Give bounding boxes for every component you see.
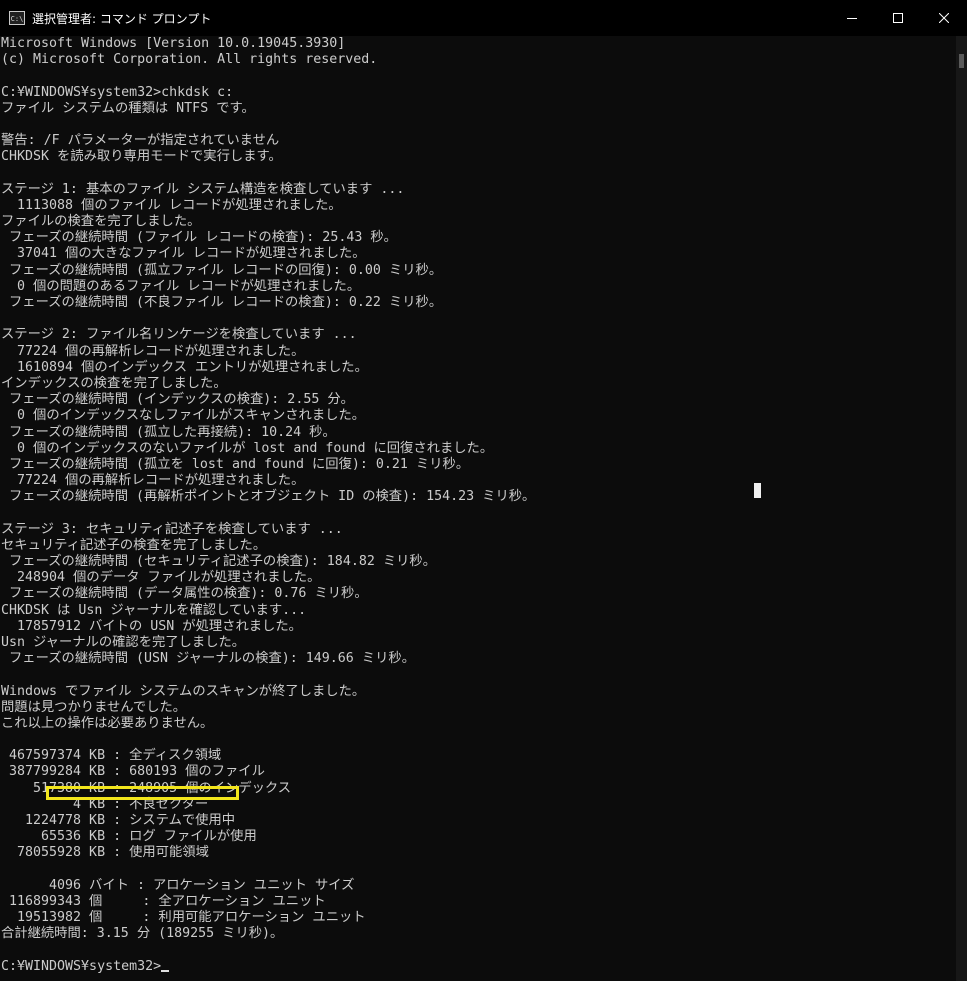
- close-icon: [939, 13, 949, 23]
- console-line: フェーズの継続時間 (データ属性の検査): 0.76 ミリ秒。: [1, 586, 368, 602]
- console-line: 1224778 KB : システムで使用中: [1, 813, 236, 828]
- window-title: 選択管理者: コマンド プロンプト: [32, 11, 212, 26]
- console-line: CHKDSK は Usn ジャーナルを確認しています...: [1, 602, 307, 618]
- bad-sector-highlight-box: [46, 786, 239, 800]
- console-line: 17857912 バイトの USN が処理されました。: [1, 618, 302, 634]
- console-line: 警告: /F パラメーターが指定されていません: [1, 133, 280, 149]
- console-line: フェーズの継続時間 (孤立ファイル レコードの回復): 0.00 ミリ秒。: [1, 262, 443, 278]
- scrollbar-thumb[interactable]: [959, 54, 964, 68]
- console-line: 4096 バイト : アロケーション ユニット サイズ: [1, 877, 355, 893]
- console-line: フェーズの継続時間 (孤立した再接続): 10.24 秒。: [1, 424, 336, 440]
- block-cursor-artifact: [754, 483, 761, 498]
- console-line: 37041 個の大きなファイル レコードが処理されました。: [1, 246, 366, 262]
- console-line: ファイルの検査を完了しました。: [1, 214, 201, 230]
- console-line: Microsoft Windows [Version 10.0.19045.39…: [1, 36, 346, 51]
- console-line: フェーズの継続時間 (セキュリティ記述子の検査): 184.82 ミリ秒。: [1, 554, 437, 569]
- console-line: CHKDSK を読み取り専用モードで実行します。: [1, 149, 282, 165]
- console-line: 0 個のインデックスなしファイルがスキャンされました。: [1, 408, 366, 424]
- console-line: 問題は見つかりませんでした。: [1, 699, 187, 715]
- console-line: ステージ 1: 基本のファイル システム構造を検査しています ...: [1, 181, 405, 197]
- console-line: これ以上の操作は必要ありません。: [1, 715, 214, 731]
- console-line: 1610894 個のインデックス エントリが処理されました。: [1, 359, 368, 375]
- console-line: Windows でファイル システムのスキャンが終了しました。: [1, 683, 366, 699]
- console-line: セキュリティ記述子の検査を完了しました。: [1, 537, 267, 553]
- title-bar[interactable]: C:\ 選択管理者: コマンド プロンプト: [0, 0, 967, 36]
- console-line: 467597374 KB : 全ディスク領域: [1, 748, 222, 764]
- console-line: ステージ 2: ファイル名リンケージを検査しています ...: [1, 327, 357, 343]
- console-line: フェーズの継続時間 (インデックスの検査): 2.55 分。: [1, 392, 354, 408]
- close-button[interactable]: [921, 0, 967, 36]
- console-line: ステージ 3: セキュリティ記述子を検査しています ...: [1, 521, 343, 537]
- command-prompt-window: C:\ 選択管理者: コマンド プロンプト Microsoft Windows: [0, 0, 967, 981]
- console-line: 19513982 個 : 利用可能アロケーション ユニット: [1, 910, 366, 926]
- console-line: 116899343 個 : 全アロケーション ユニット: [1, 893, 326, 909]
- console-line: フェーズの継続時間 (不良ファイル レコードの検査): 0.22 ミリ秒。: [1, 295, 443, 310]
- console-line: 77224 個の再解析レコードが処理されました。: [1, 473, 305, 489]
- console-line: 78055928 KB : 使用可能領域: [1, 845, 209, 861]
- maximize-button[interactable]: [875, 0, 921, 36]
- console-output[interactable]: Microsoft Windows [Version 10.0.19045.39…: [0, 36, 956, 981]
- console-line: フェーズの継続時間 (孤立を lost and found に回復): 0.21…: [1, 456, 470, 472]
- console-line: 0 個の問題のあるファイル レコードが処理されました。: [1, 278, 361, 294]
- console-line: (c) Microsoft Corporation. All rights re…: [1, 52, 378, 68]
- window-controls: [829, 0, 967, 36]
- vertical-scrollbar[interactable]: [956, 36, 967, 981]
- console-line: 0 個のインデックスのないファイルが lost and found に回復されま…: [1, 440, 494, 456]
- console-line: 387799284 KB : 680193 個のファイル: [1, 764, 265, 780]
- console-line: フェーズの継続時間 (再解析ポイントとオブジェクト ID の検査): 154.2…: [1, 489, 536, 505]
- console-line: 65536 KB : ログ ファイルが使用: [1, 829, 257, 845]
- console-line: C:¥WINDOWS¥system32>: [0, 959, 956, 975]
- minimize-icon: [847, 18, 857, 19]
- console-line: 1113088 個のファイル レコードが処理されました。: [1, 197, 342, 213]
- console-line: インデックスの検査を完了しました。: [1, 375, 227, 391]
- console-line: フェーズの継続時間 (USN ジャーナルの検査): 149.66 ミリ秒。: [1, 651, 415, 667]
- console-line: C:¥WINDOWS¥system32>chkdsk c:: [1, 84, 234, 100]
- maximize-icon: [893, 13, 903, 23]
- console-line: 合計継続時間: 3.15 分 (189255 ミリ秒)。: [1, 926, 284, 942]
- console-line: フェーズの継続時間 (ファイル レコードの検査): 25.43 秒。: [1, 230, 397, 246]
- console-line: ファイル システムの種類は NTFS です。: [1, 100, 255, 116]
- cmd-app-icon[interactable]: C:\: [9, 11, 25, 25]
- console-line: Usn ジャーナルの確認を完了しました。: [1, 634, 246, 650]
- minimize-button[interactable]: [829, 0, 875, 36]
- prompt-cursor: [161, 969, 170, 972]
- console-line: 248904 個のデータ ファイルが処理されました。: [1, 570, 321, 586]
- console-line: 77224 個の再解析レコードが処理されました。: [1, 343, 305, 359]
